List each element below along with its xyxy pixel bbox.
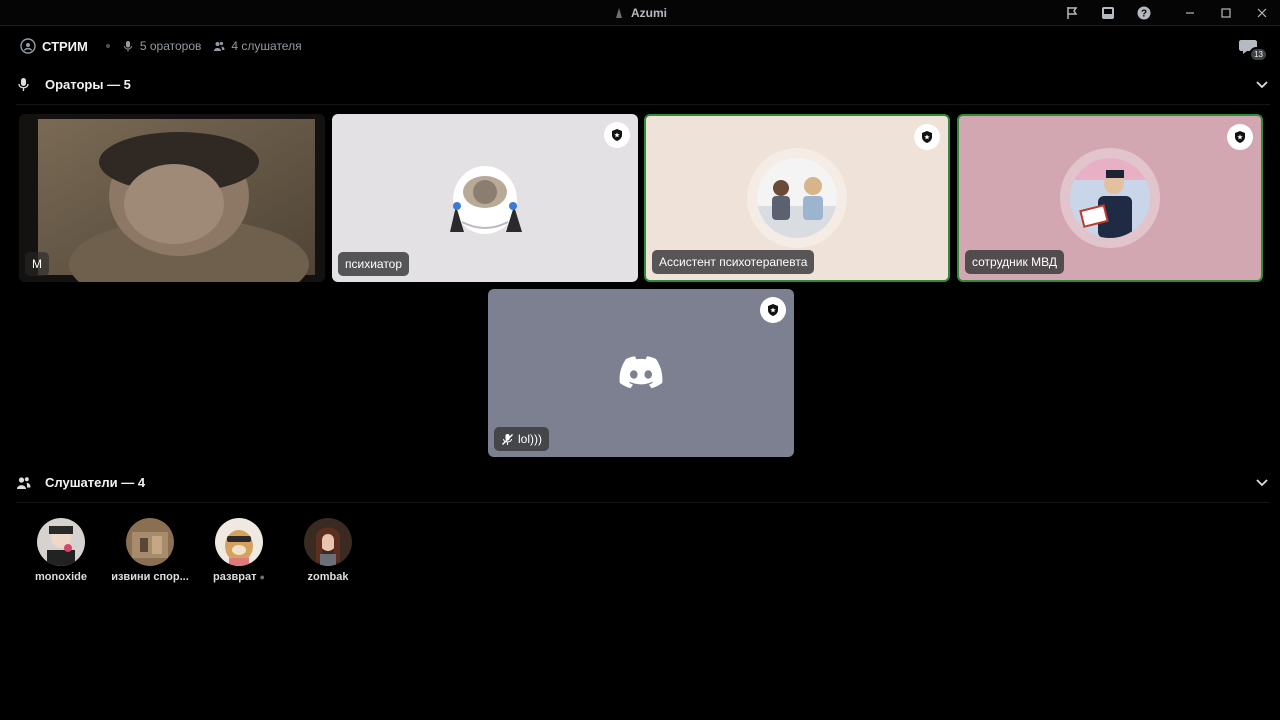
minimize-button[interactable] <box>1172 0 1208 26</box>
maximize-icon <box>1221 8 1231 18</box>
section-divider <box>16 104 1270 105</box>
microphone-icon <box>18 77 29 91</box>
shield-icon <box>922 131 932 143</box>
speaker-name: психиатор <box>345 257 403 271</box>
chevron-down-icon[interactable] <box>1254 474 1270 490</box>
speaker-name: M <box>32 257 42 271</box>
inbox-icon <box>1102 7 1114 19</box>
listeners-count: 4 слушателя <box>231 39 302 53</box>
avatar-ring <box>1060 148 1160 248</box>
speaker-name-chip: Ассистент психотерапевта <box>652 250 815 274</box>
muted-microphone-icon <box>502 433 513 445</box>
maximize-button[interactable] <box>1208 0 1244 26</box>
speaker-name-chip: M <box>25 252 49 276</box>
listeners-icon <box>17 476 31 489</box>
shield-icon <box>768 304 778 316</box>
speakers-section-header[interactable]: Ораторы — 5 <box>16 72 1270 96</box>
speaker-name-chip: lol))) <box>494 427 549 451</box>
shield-icon <box>612 129 622 141</box>
speaker-tile[interactable]: M <box>19 114 325 282</box>
avatar <box>126 518 174 566</box>
speaker-tile[interactable]: психиатор <box>332 114 638 282</box>
speakers-count: 5 ораторов <box>139 39 202 53</box>
chat-button[interactable]: 13 <box>1238 36 1268 62</box>
flag-button[interactable] <box>1054 0 1090 26</box>
shield-icon <box>1235 131 1245 143</box>
app-logo-icon <box>616 8 622 18</box>
stage-icon <box>20 38 36 54</box>
listener-name: извини спор... <box>111 571 189 583</box>
close-icon <box>1257 8 1267 18</box>
speaker-tile[interactable]: сотрудник МВД <box>957 114 1263 282</box>
listeners-icon <box>213 40 225 52</box>
moderator-badge <box>1227 124 1253 150</box>
moderator-badge <box>760 297 786 323</box>
inbox-button[interactable] <box>1090 0 1126 26</box>
window-title-text: Azumi <box>631 6 667 20</box>
moderator-badge <box>914 124 940 150</box>
speaker-avatar <box>757 158 837 238</box>
speaker-name-chip: психиатор <box>338 252 410 276</box>
listener-name: разврат ● <box>213 571 265 583</box>
listeners-section-header[interactable]: Слушатели — 4 <box>16 470 1270 494</box>
close-button[interactable] <box>1244 0 1280 26</box>
chat-count-badge: 13 <box>1249 47 1268 62</box>
avatar <box>37 518 85 566</box>
svg-text:?: ? <box>1141 9 1147 20</box>
window-titlebar: Azumi ? <box>0 0 1280 26</box>
section-divider <box>16 502 1270 503</box>
minimize-icon <box>1186 12 1194 14</box>
moderator-badge <box>604 122 630 148</box>
avatar <box>215 518 263 566</box>
speakers-section-title: Ораторы — 5 <box>45 76 131 92</box>
listener-name: zombak <box>307 571 349 583</box>
flag-icon <box>1067 7 1078 19</box>
discord-logo-icon <box>619 356 663 389</box>
speaker-tile[interactable]: lol))) <box>488 289 794 457</box>
listener-name: monoxide <box>35 571 87 583</box>
speaker-tile[interactable]: Ассистент психотерапевта <box>644 114 950 282</box>
speaker-name: сотрудник МВД <box>972 255 1057 269</box>
microphone-icon <box>122 40 134 52</box>
speaker-name: Ассистент психотерапевта <box>659 255 808 269</box>
stage-header: СТРИМ 5 ораторов 4 слушателя <box>20 36 308 56</box>
listener-item[interactable]: zombak <box>283 518 373 583</box>
listener-item[interactable]: разврат ● <box>194 518 284 583</box>
listener-item[interactable]: извини спор... <box>105 518 195 583</box>
status-emoji-icon: ● <box>259 572 265 582</box>
stage-name: СТРИМ <box>42 38 88 54</box>
speaker-name-chip: сотрудник МВД <box>965 250 1064 274</box>
separator-dot <box>105 44 110 48</box>
listeners-section-title: Слушатели — 4 <box>45 474 146 490</box>
avatar-ring <box>747 148 847 248</box>
speaker-avatar <box>1070 158 1150 238</box>
avatar <box>304 518 352 566</box>
help-button[interactable]: ? <box>1126 0 1162 26</box>
listener-item[interactable]: monoxide <box>16 518 106 583</box>
help-icon: ? <box>1137 6 1151 20</box>
chevron-down-icon[interactable] <box>1254 76 1270 92</box>
speaker-name: lol))) <box>518 432 542 446</box>
video-feed <box>19 114 325 282</box>
